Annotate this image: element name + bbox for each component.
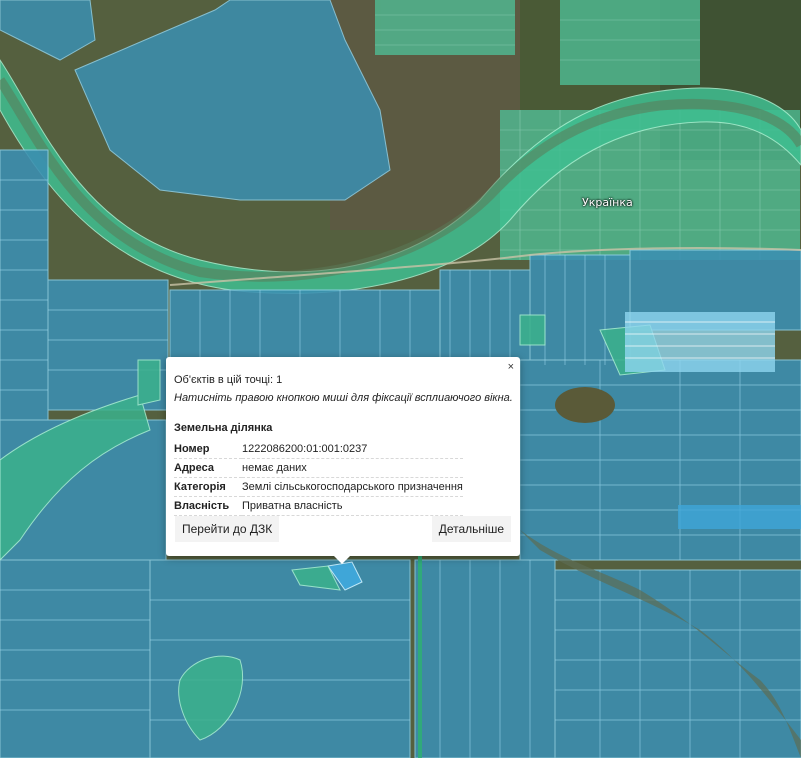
woodland-patch [555,387,615,423]
attr-value: 1222086200:01:001:0237 [242,440,463,459]
close-icon[interactable]: × [508,361,514,373]
attr-value: Приватна власність [242,496,463,516]
feature-info-popup: × Об'єктів в цій точці: 1 Натисніть прав… [166,357,520,556]
table-row: Власність Приватна власність [174,496,463,516]
attr-key: Власність [174,496,242,516]
town-label: Українка [582,196,633,209]
objects-count-text: Об'єктів в цій точці: 1 [174,374,283,386]
attr-value: немає даних [242,458,463,478]
attribute-table: Номер 1222086200:01:001:0237 Адреса нема… [174,440,463,516]
popup-pointer [333,555,351,564]
section-title: Земельна ділянка [174,422,273,434]
table-row: Категорія Землі сільськогосподарського п… [174,477,463,497]
attr-key: Категорія [174,477,242,497]
table-row: Номер 1222086200:01:001:0237 [174,440,463,459]
go-to-dzk-button[interactable]: Перейти до ДЗК [175,516,280,542]
table-row: Адреса немає даних [174,458,463,478]
farm-complex [625,312,775,372]
attr-key: Адреса [174,458,242,478]
attr-key: Номер [174,440,242,459]
popup-hint-text: Натисніть правою кнопкою миші для фіксац… [174,392,513,404]
details-button[interactable]: Детальніше [431,516,511,542]
attr-value: Землі сільськогосподарського призначення [242,477,463,497]
